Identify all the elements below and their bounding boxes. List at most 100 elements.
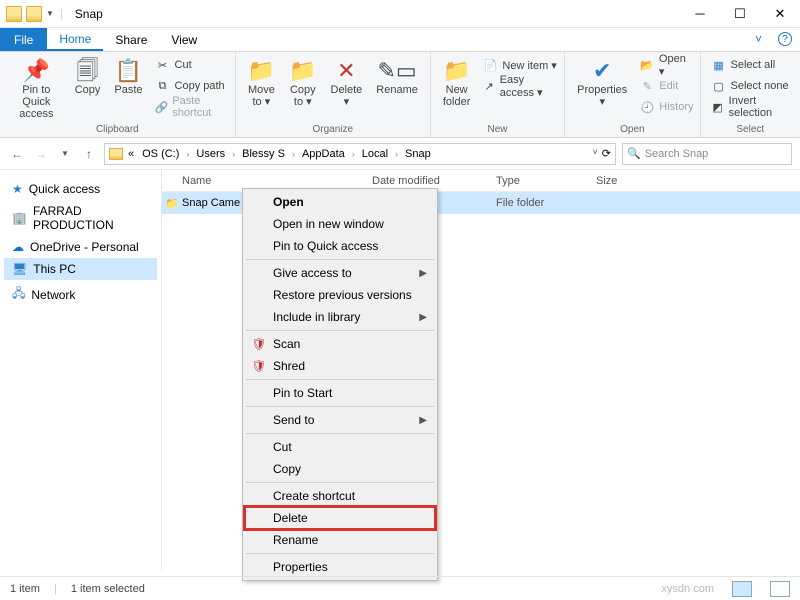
copy-to-button[interactable]: 📁Copy to ▾ bbox=[283, 56, 322, 110]
ctx-send-to[interactable]: Send to▶ bbox=[245, 409, 435, 431]
invert-selection-button[interactable]: ◩Invert selection bbox=[711, 98, 794, 116]
context-menu: Open Open in new window Pin to Quick acc… bbox=[242, 188, 438, 581]
tab-share[interactable]: Share bbox=[103, 28, 159, 51]
group-label-open: Open bbox=[571, 122, 693, 135]
crumb-appdata[interactable]: AppData bbox=[299, 148, 348, 160]
search-input[interactable]: 🔍 Search Snap bbox=[622, 143, 792, 165]
refresh-button[interactable]: ⟳ bbox=[602, 147, 611, 160]
group-organize: 📁Move to ▾ 📁Copy to ▾ ✕Delete ▾ ✎▭Rename… bbox=[236, 52, 431, 137]
app-folder-icon bbox=[6, 6, 22, 22]
crumb-snap[interactable]: Snap bbox=[402, 148, 434, 160]
nav-this-pc[interactable]: 🖥This PC bbox=[4, 258, 157, 280]
ctx-delete[interactable]: Delete bbox=[245, 507, 435, 529]
breadcrumb-overflow[interactable]: « bbox=[125, 148, 137, 160]
cloud-icon: ☁ bbox=[12, 240, 24, 254]
view-details-button[interactable] bbox=[732, 581, 752, 597]
shield-icon: 🛡 bbox=[251, 359, 267, 373]
move-to-button[interactable]: 📁Move to ▾ bbox=[242, 56, 281, 110]
col-date[interactable]: Date modified bbox=[372, 175, 496, 187]
group-label-new: New bbox=[437, 122, 558, 135]
shield-icon: 🛡 bbox=[251, 337, 267, 351]
network-icon: 🖧 bbox=[12, 284, 25, 305]
cut-button[interactable]: ✂Cut bbox=[155, 56, 229, 74]
ctx-open-new-window[interactable]: Open in new window bbox=[245, 213, 435, 235]
ctx-pin-start[interactable]: Pin to Start bbox=[245, 382, 435, 404]
nav-network[interactable]: 🖧Network bbox=[4, 280, 157, 309]
pin-icon: 📌 bbox=[23, 58, 50, 84]
breadcrumb[interactable]: « OS (C:)› Users› Blessy S› AppData› Loc… bbox=[104, 143, 616, 165]
group-new: 📁New folder 📄New item ▾ ↗Easy access ▾ N… bbox=[431, 52, 565, 137]
minimize-button[interactable]: ─ bbox=[680, 0, 720, 28]
select-none-icon: ▢ bbox=[711, 80, 727, 93]
tab-home[interactable]: Home bbox=[47, 28, 103, 51]
copy-path-button[interactable]: ⧉Copy path bbox=[155, 77, 229, 95]
nav-up-button[interactable]: ↑ bbox=[80, 145, 98, 163]
nav-forward-button[interactable]: → bbox=[32, 145, 50, 163]
ctx-shred[interactable]: 🛡Shred bbox=[245, 355, 435, 377]
history-button[interactable]: 🕘History bbox=[639, 98, 693, 116]
delete-button[interactable]: ✕Delete ▾ bbox=[325, 56, 369, 110]
easy-access-button[interactable]: ↗Easy access ▾ bbox=[482, 77, 558, 95]
ctx-create-shortcut[interactable]: Create shortcut bbox=[245, 485, 435, 507]
close-button[interactable]: ✕ bbox=[760, 0, 800, 28]
copy-button[interactable]: 🗐Copy bbox=[69, 56, 107, 98]
ctx-open[interactable]: Open bbox=[245, 191, 435, 213]
breadcrumb-dropdown-icon[interactable]: ˅ bbox=[593, 147, 598, 160]
cut-icon: ✂ bbox=[155, 59, 171, 72]
nav-quick-access[interactable]: ★Quick access bbox=[4, 178, 157, 200]
ctx-include-library[interactable]: Include in library▶ bbox=[245, 306, 435, 328]
crumb-users[interactable]: Users bbox=[193, 148, 228, 160]
col-type[interactable]: Type bbox=[496, 175, 596, 187]
paste-button[interactable]: 📋Paste bbox=[108, 56, 148, 98]
help-button[interactable]: ? bbox=[770, 28, 800, 51]
separator bbox=[246, 553, 434, 554]
window-title: Snap bbox=[75, 7, 103, 21]
separator bbox=[246, 482, 434, 483]
crumb-user[interactable]: Blessy S bbox=[239, 148, 288, 160]
nav-farrad[interactable]: 🏢FARRAD PRODUCTION bbox=[4, 200, 157, 236]
submenu-arrow-icon: ▶ bbox=[419, 312, 427, 323]
watermark-text: xysdn com bbox=[661, 583, 714, 595]
nav-back-button[interactable]: ← bbox=[8, 145, 26, 163]
file-type: File folder bbox=[496, 197, 596, 209]
ribbon-toggle-icon[interactable]: ˅ bbox=[747, 28, 770, 51]
navigation-pane: ★Quick access 🏢FARRAD PRODUCTION ☁OneDri… bbox=[0, 170, 162, 570]
open-button[interactable]: 📂Open ▾ bbox=[639, 56, 693, 74]
separator bbox=[246, 406, 434, 407]
move-to-icon: 📁 bbox=[248, 58, 275, 84]
nav-onedrive[interactable]: ☁OneDrive - Personal bbox=[4, 236, 157, 258]
col-name[interactable]: Name bbox=[162, 175, 372, 187]
new-item-button[interactable]: 📄New item ▾ bbox=[482, 56, 558, 74]
quick-access-dropdown-icon[interactable]: ▼ bbox=[46, 9, 54, 18]
crumb-local[interactable]: Local bbox=[359, 148, 391, 160]
drive-icon bbox=[109, 148, 123, 160]
ctx-give-access[interactable]: Give access to▶ bbox=[245, 262, 435, 284]
new-folder-icon: 📁 bbox=[443, 58, 470, 84]
ctx-copy[interactable]: Copy bbox=[245, 458, 435, 480]
ctx-restore-versions[interactable]: Restore previous versions bbox=[245, 284, 435, 306]
ctx-scan[interactable]: 🛡Scan bbox=[245, 333, 435, 355]
ctx-pin-quick[interactable]: Pin to Quick access bbox=[245, 235, 435, 257]
title-bar: ▼ | Snap ─ ☐ ✕ bbox=[0, 0, 800, 28]
rename-button[interactable]: ✎▭Rename bbox=[370, 56, 424, 98]
crumb-os[interactable]: OS (C:) bbox=[139, 148, 182, 160]
ctx-rename[interactable]: Rename bbox=[245, 529, 435, 551]
file-menu[interactable]: File bbox=[0, 28, 47, 51]
properties-button[interactable]: ✔Properties ▾ bbox=[571, 56, 633, 110]
edit-button[interactable]: ✎Edit bbox=[639, 77, 693, 95]
maximize-button[interactable]: ☐ bbox=[720, 0, 760, 28]
history-icon: 🕘 bbox=[639, 101, 655, 114]
nav-recent-dropdown[interactable]: ▼ bbox=[56, 145, 74, 163]
chevron-right-icon: › bbox=[290, 149, 297, 159]
select-all-button[interactable]: ▦Select all bbox=[711, 56, 794, 74]
pin-quick-access-button[interactable]: 📌Pin to Quick access bbox=[6, 56, 67, 122]
tab-view[interactable]: View bbox=[159, 28, 209, 51]
paste-shortcut-button[interactable]: 🔗Paste shortcut bbox=[155, 98, 229, 116]
col-size[interactable]: Size bbox=[596, 175, 617, 187]
view-large-icons-button[interactable] bbox=[770, 581, 790, 597]
select-none-button[interactable]: ▢Select none bbox=[711, 77, 794, 95]
ctx-cut[interactable]: Cut bbox=[245, 436, 435, 458]
status-item-count: 1 item bbox=[10, 583, 40, 595]
ctx-properties[interactable]: Properties bbox=[245, 556, 435, 578]
new-folder-button[interactable]: 📁New folder bbox=[437, 56, 477, 110]
